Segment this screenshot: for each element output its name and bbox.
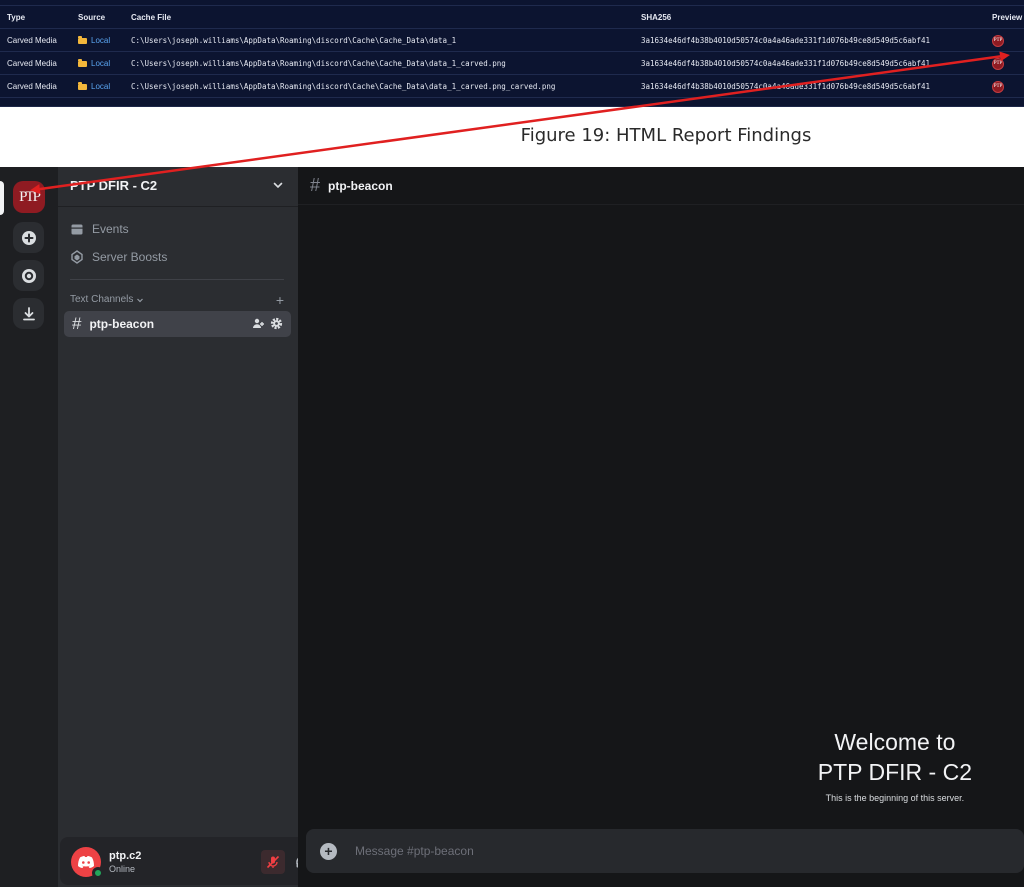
welcome-block: Welcome to PTP DFIR - C2 This is the beg… xyxy=(818,727,972,803)
row-cache-file: C:\Users\joseph.williams\AppData\Roaming… xyxy=(131,82,556,91)
gear-icon xyxy=(270,317,283,330)
row-type: Carved Media xyxy=(7,82,57,91)
row-source[interactable]: Local xyxy=(78,52,110,74)
report-table: Type Source Cache File SHA256 Preview Ca… xyxy=(0,0,1024,107)
microphone-muted-icon xyxy=(266,855,280,869)
discord-window: PTP PTP DFIR - C2 Events Server Boosts T… xyxy=(0,167,1024,887)
mute-button[interactable] xyxy=(261,850,285,874)
category-text-channels[interactable]: Text Channels xyxy=(70,294,144,305)
user-status-text: Online xyxy=(109,864,136,874)
row-cache-file: C:\Users\joseph.williams\AppData\Roaming… xyxy=(131,59,506,68)
header-type: Type xyxy=(7,13,26,22)
folder-icon xyxy=(78,82,87,90)
channel-sidebar: PTP DFIR - C2 Events Server Boosts Text … xyxy=(58,167,350,887)
source-link[interactable]: Local xyxy=(91,82,110,91)
row-type: Carved Media xyxy=(7,59,57,68)
hash-icon: # xyxy=(72,314,82,333)
events-label: Events xyxy=(92,222,129,236)
channel-title: ptp-beacon xyxy=(328,178,393,193)
message-composer: + xyxy=(306,829,1024,873)
message-input[interactable] xyxy=(355,844,955,858)
row-preview[interactable]: PTP xyxy=(992,29,1004,51)
welcome-server-name: PTP DFIR - C2 xyxy=(817,759,972,785)
row-type: Carved Media xyxy=(7,36,57,45)
table-row: Carved Media Local C:\Users\joseph.willi… xyxy=(0,29,1024,52)
welcome-heading: Welcome to xyxy=(834,729,956,755)
channel-label: ptp-beacon xyxy=(89,317,155,331)
server-boosts-label: Server Boosts xyxy=(92,250,168,264)
divider xyxy=(70,279,284,280)
row-sha256: 3a1634e46df4b38b4010d50574c0a4a46ade331f… xyxy=(641,36,930,45)
row-source[interactable]: Local xyxy=(78,75,110,97)
source-link[interactable]: Local xyxy=(91,36,110,45)
create-channel-plus-icon[interactable]: + xyxy=(276,292,284,308)
discover-button[interactable] xyxy=(13,260,44,291)
attach-plus-icon[interactable]: + xyxy=(320,842,337,860)
row-sha256: 3a1634e46df4b38b4010d50574c0a4a46ade331f… xyxy=(641,59,930,68)
header-source: Source xyxy=(78,13,106,22)
preview-thumbnail[interactable]: PTP xyxy=(992,57,1004,70)
figure-caption: Figure 19: HTML Report Findings xyxy=(520,125,812,146)
online-status-dot xyxy=(92,867,104,879)
welcome-subtext: This is the beginning of this server. xyxy=(825,793,965,803)
source-link[interactable]: Local xyxy=(91,59,110,68)
chat-area: # ptp-beacon Welcome to PTP DFIR - C2 Th… xyxy=(298,167,1024,887)
row-source[interactable]: Local xyxy=(78,29,110,51)
report-header-row: Type Source Cache File SHA256 Preview xyxy=(0,5,1024,29)
chevron-down-icon xyxy=(273,182,283,189)
username: ptp.c2 xyxy=(109,850,142,862)
compass-icon xyxy=(21,268,36,283)
invite-icon xyxy=(253,318,264,328)
server-icon[interactable]: PTP xyxy=(13,181,45,213)
folder-icon xyxy=(78,59,87,67)
hash-icon: # xyxy=(310,175,321,195)
events-item[interactable]: Events xyxy=(70,219,129,239)
row-preview[interactable]: PTP xyxy=(992,52,1004,74)
table-row: Carved Media Local C:\Users\joseph.willi… xyxy=(0,75,1024,98)
row-cache-file: C:\Users\joseph.williams\AppData\Roaming… xyxy=(131,36,457,45)
download-apps-button[interactable] xyxy=(13,298,44,329)
add-server-button[interactable] xyxy=(13,222,44,253)
folder-icon xyxy=(78,36,87,44)
header-cache-file: Cache File xyxy=(131,13,172,22)
server-boosts-item[interactable]: Server Boosts xyxy=(70,247,167,267)
server-name: PTP DFIR - C2 xyxy=(70,178,158,193)
preview-thumbnail[interactable]: PTP xyxy=(992,80,1004,93)
chevron-down-icon xyxy=(137,298,144,302)
discord-logo-icon xyxy=(78,856,94,868)
channel-tools xyxy=(252,317,283,330)
header-preview: Preview xyxy=(992,13,1023,22)
plus-circle-icon xyxy=(21,230,36,245)
row-sha256: 3a1634e46df4b38b4010d50574c0a4a46ade331f… xyxy=(641,82,930,91)
download-icon xyxy=(22,306,35,320)
selected-server-indicator xyxy=(0,181,4,215)
boost-icon xyxy=(71,250,83,264)
channel-item-ptp-beacon[interactable]: # ptp-beacon xyxy=(64,311,291,337)
row-preview[interactable]: PTP xyxy=(992,75,1004,97)
server-rail: PTP xyxy=(0,167,58,887)
channel-header: # ptp-beacon xyxy=(298,167,1024,205)
category-label: Text Channels xyxy=(70,294,134,305)
table-row: Carved Media Local C:\Users\joseph.willi… xyxy=(0,52,1024,75)
calendar-icon xyxy=(71,224,83,235)
preview-thumbnail[interactable]: PTP xyxy=(992,34,1004,47)
header-sha256: SHA256 xyxy=(641,13,672,22)
server-header[interactable]: PTP DFIR - C2 xyxy=(58,167,298,207)
